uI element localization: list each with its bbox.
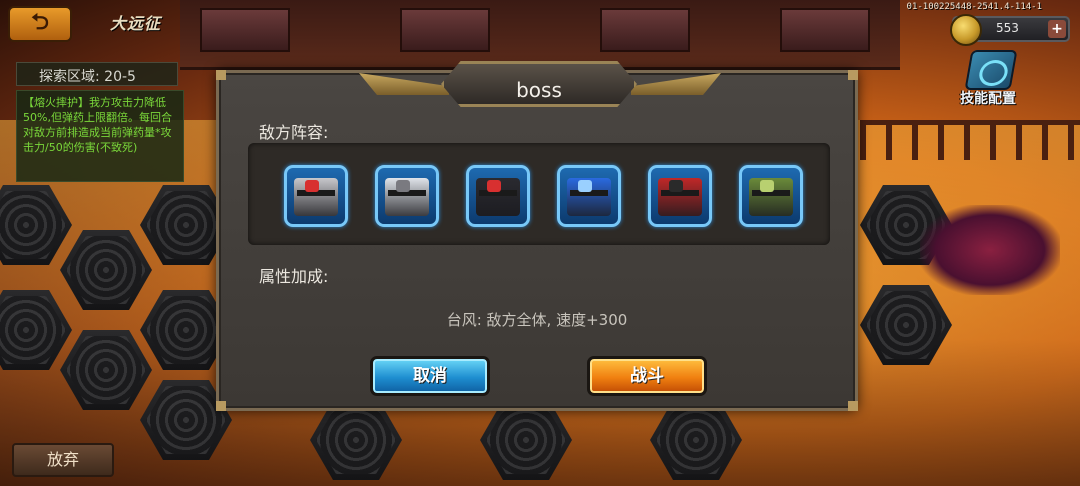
enemy-card-red-white-mech[interactable] [284, 165, 348, 227]
back-button[interactable]: ⮌ [8, 6, 72, 42]
dialog-title: boss [516, 78, 562, 102]
enemy-card-white-tiger-mech[interactable] [375, 165, 439, 227]
back-arrow-icon: ⮌ [31, 10, 49, 35]
enemy-card-red-black-mech[interactable] [648, 165, 712, 227]
enemy-card-green-tank-mech[interactable] [739, 165, 803, 227]
coin-icon [950, 14, 982, 46]
enemy-lineup-label: 敌方阵容: [259, 123, 329, 142]
fight-button[interactable]: 战斗 [587, 356, 707, 396]
attribute-bonus-text: 台风: 敌方全体, 速度+300 [446, 311, 628, 329]
title-wing-right [631, 73, 721, 95]
version-text: 01-100225448-2541.4-114-1 [906, 2, 1042, 12]
building-window [600, 8, 690, 52]
enemy-robot-sprite [920, 205, 1060, 295]
currency-value: 553 [996, 21, 1019, 35]
building-window [200, 8, 290, 52]
enemy-lineup-panel [248, 143, 830, 245]
add-currency-button[interactable]: + [1048, 20, 1066, 38]
dialog-corner [216, 70, 226, 80]
attribute-bonus-label: 属性加成: [259, 267, 329, 286]
enemy-card-black-red-mech[interactable] [466, 165, 530, 227]
give-up-button[interactable]: 放弃 [12, 443, 114, 477]
skill-config-label: 技能配置 [960, 91, 1016, 107]
dialog-corner [216, 401, 226, 411]
currency-display: 553 + [950, 14, 1070, 46]
stage-title: 大远征 [110, 14, 162, 33]
building-window [780, 8, 870, 52]
cancel-button[interactable]: 取消 [370, 356, 490, 396]
exploration-area-box: 探索区域: 20-5 [16, 62, 178, 86]
background-building [180, 0, 900, 70]
skill-config-button[interactable]: 技能配置 [956, 50, 1046, 110]
dialog-corner [848, 401, 858, 411]
background-fence [860, 120, 1080, 160]
stage-effect-description: 【熔火摔护】我方攻击力降低50%,但弹药上限翻倍。每回合对敌方前排造成当前弹药量… [16, 90, 184, 182]
building-window [400, 8, 490, 52]
boss-dialog: boss 敌方阵容: 属性加成: 台风: 敌方全体, 速度+300 取消 战斗 [216, 61, 858, 411]
title-wing-left [359, 73, 449, 95]
enemy-card-blue-mech[interactable] [557, 165, 621, 227]
exploration-area-label: 探索区域: 20-5 [39, 69, 136, 85]
skill-chip-icon [964, 50, 1018, 90]
dialog-corner [848, 70, 858, 80]
